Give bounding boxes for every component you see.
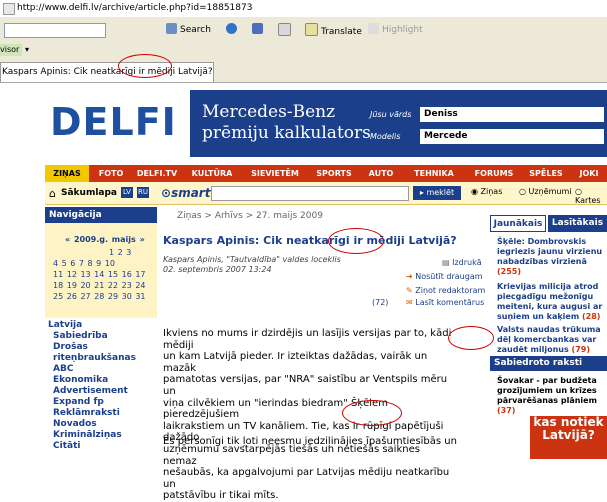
nav-forums[interactable]: FORUMS <box>467 165 521 182</box>
annotation-circle <box>118 54 172 78</box>
list-item[interactable]: Valsts naudas trūkuma dēļ komercbankas v… <box>497 325 605 355</box>
link-sabiedriba[interactable]: Sabiedrība <box>53 331 108 341</box>
shield-button[interactable] <box>252 23 266 37</box>
highlight-button[interactable]: Highlight <box>368 23 423 37</box>
calendar-row[interactable]: 11 12 13 14 15 16 17 <box>53 270 146 279</box>
pencil-icon: ✎ <box>406 286 413 295</box>
section-latvija[interactable]: Latvija <box>48 320 82 330</box>
nav-sievietem[interactable]: SIEVIETĒM <box>243 165 307 182</box>
article-author: Kaspars Apinis, "Tautvaldība" valdes loc… <box>163 255 341 274</box>
browser-tab[interactable]: Kaspars Apinis: Cik neatkarīgi ir mēdiji… <box>0 62 214 82</box>
right-tabs: Jaunākais Lasītākais <box>490 215 607 232</box>
report-editor-link[interactable]: ✎ Ziņot redaktoram <box>406 286 485 295</box>
navigation-header: Navigācija <box>45 207 157 223</box>
globe-button[interactable] <box>226 23 240 37</box>
calendar-row[interactable]: 18 19 20 21 22 23 24 <box>53 281 146 290</box>
lang-ru[interactable]: RU <box>137 187 149 198</box>
site-search-input[interactable] <box>211 186 409 201</box>
tab-title: Kaspars Apinis: Cik neatkarīgi ir mēdiji… <box>2 67 213 77</box>
promo-banner[interactable]: kas notiek Latvijā? <box>530 416 607 459</box>
link-advertisement[interactable]: Advertisement <box>53 386 128 396</box>
globe-icon <box>226 23 237 34</box>
annotation-circle <box>328 228 384 254</box>
comments-count: (72) <box>372 298 389 307</box>
annotation-circle <box>448 326 494 350</box>
translate-icon <box>305 23 318 36</box>
calendar: « 2009.g. maijs » 1 2 3 4 5 6 7 8 9 10 1… <box>45 223 157 318</box>
link-abc[interactable]: ABC <box>53 364 73 374</box>
speech-bubble-icon: ✉ <box>406 298 413 307</box>
page-icon <box>3 3 15 15</box>
mail-icon <box>278 23 291 36</box>
nav-sports[interactable]: SPORTS <box>309 165 359 182</box>
toolbar-search-input[interactable] <box>4 23 106 38</box>
list-item[interactable]: Šovakar - par budžeta grozījumiem un krī… <box>497 376 605 416</box>
calendar-title[interactable]: « 2009.g. maijs » <box>65 235 145 244</box>
radio-maps[interactable]: ○ Kartes <box>575 187 607 205</box>
home-icon: ⌂ <box>49 187 56 200</box>
translate-button[interactable]: Translate <box>305 23 362 37</box>
link-ritenbrauksanas[interactable]: riteņbraukšanas <box>53 353 136 363</box>
model-field[interactable]: Mercede <box>420 129 604 144</box>
secondary-toolbar: visor ▾ <box>0 43 607 59</box>
advisor-button[interactable]: visor <box>0 44 22 56</box>
name-field[interactable]: Deniss <box>420 107 604 122</box>
search-submit-button[interactable]: ▸ meklēt <box>413 186 461 200</box>
browser-toolbar: Search Translate Highlight <box>0 17 607 44</box>
tab-most-read[interactable]: Lasītākais <box>548 215 607 232</box>
print-link[interactable]: ▤ Izdrukā <box>442 258 482 267</box>
nav-zinas[interactable]: ZIŅAS <box>45 165 89 182</box>
link-ekonomika[interactable]: Ekonomika <box>53 375 108 385</box>
url-text[interactable]: http://www.delfi.lv/archive/article.php?… <box>17 3 252 13</box>
delfi-logo[interactable]: DELFI <box>50 100 180 158</box>
nav-delfi-tv[interactable]: DELFI.TV <box>133 165 181 182</box>
mercedes-banner[interactable]: Mercedes-Benz prēmiju kalkulators Jūsu v… <box>190 90 607 157</box>
link-drosas[interactable]: Drošas <box>53 342 88 352</box>
nav-auto[interactable]: AUTO <box>361 165 401 182</box>
lang-lv[interactable]: LV <box>121 187 133 198</box>
radio-companies[interactable]: ○ Uzņēmumi <box>519 187 571 196</box>
magnifier-icon <box>166 23 177 34</box>
home-link[interactable]: Sākumlapa <box>61 188 117 198</box>
tab-newest[interactable]: Jaunākais <box>490 215 546 232</box>
search-button[interactable]: Search <box>166 23 211 37</box>
list-item[interactable]: Krievijas milicija atrod piecgadīgu mežo… <box>497 282 605 322</box>
link-expand-fp[interactable]: Expand fp <box>53 397 104 407</box>
printer-icon: ▤ <box>442 258 450 267</box>
mail-button[interactable] <box>278 23 294 37</box>
breadcrumb[interactable]: Ziņas > Arhīvs > 27. maijs 2009 <box>177 211 323 221</box>
calendar-row[interactable]: 25 26 27 28 29 30 31 <box>53 292 146 301</box>
link-novados[interactable]: Novados <box>53 419 97 429</box>
address-bar[interactable]: http://www.delfi.lv/archive/article.php?… <box>0 0 607 18</box>
cooperation-header: Sabiedroto raksti <box>490 356 607 371</box>
link-reklamraksti[interactable]: Reklāmraksti <box>53 408 120 418</box>
article-body: Ikviens no mums ir dzirdējis un lasījis … <box>163 328 452 502</box>
shield-icon <box>252 23 263 34</box>
nav-kultura[interactable]: KULTŪRA <box>183 165 241 182</box>
article-second-paragraph: Es personīgi tik ļoti neesmu iedziļināji… <box>163 436 457 447</box>
link-citati[interactable]: Citāti <box>53 441 80 451</box>
list-item[interactable]: Šķēle: Dombrovskis iegriezis jaunu virzi… <box>497 237 605 277</box>
nav-foto[interactable]: FOTO <box>91 165 131 182</box>
tab-bar: Kaspars Apinis: Cik neatkarīgi ir mēdiji… <box>0 58 607 83</box>
nav-joki[interactable]: JOKI <box>571 165 607 182</box>
annotation-circle <box>342 400 402 426</box>
search-bar: ⌂ Sākumlapa LV RU ⊙smart ▸ meklēt ◉ Ziņa… <box>45 182 607 205</box>
chevron-down-icon[interactable]: ▾ <box>25 45 29 54</box>
send-friend-link[interactable]: ➜ Nosūtīt draugam <box>406 272 483 281</box>
smart-logo: ⊙smart <box>161 186 211 200</box>
nav-speles[interactable]: SPĒLES <box>523 165 569 182</box>
main-nav: ZIŅAS FOTO DELFI.TV KULTŪRA SIEVIETĒM SP… <box>45 165 607 182</box>
calendar-row[interactable]: 1 2 3 <box>109 248 131 257</box>
pen-icon <box>368 23 379 34</box>
calendar-row[interactable]: 4 5 6 7 8 9 10 <box>53 259 115 268</box>
nav-tehnika[interactable]: TEHNIKA <box>403 165 465 182</box>
comments-link[interactable]: ✉ Lasīt komentārus <box>406 298 484 307</box>
link-kriminalzinas[interactable]: Kriminālziņas <box>53 430 122 440</box>
arrow-icon: ➜ <box>406 272 413 281</box>
radio-news[interactable]: ◉ Ziņas <box>471 187 502 196</box>
article-title: Kaspars Apinis: Cik neatkarīgi ir mēdiji… <box>163 234 457 247</box>
